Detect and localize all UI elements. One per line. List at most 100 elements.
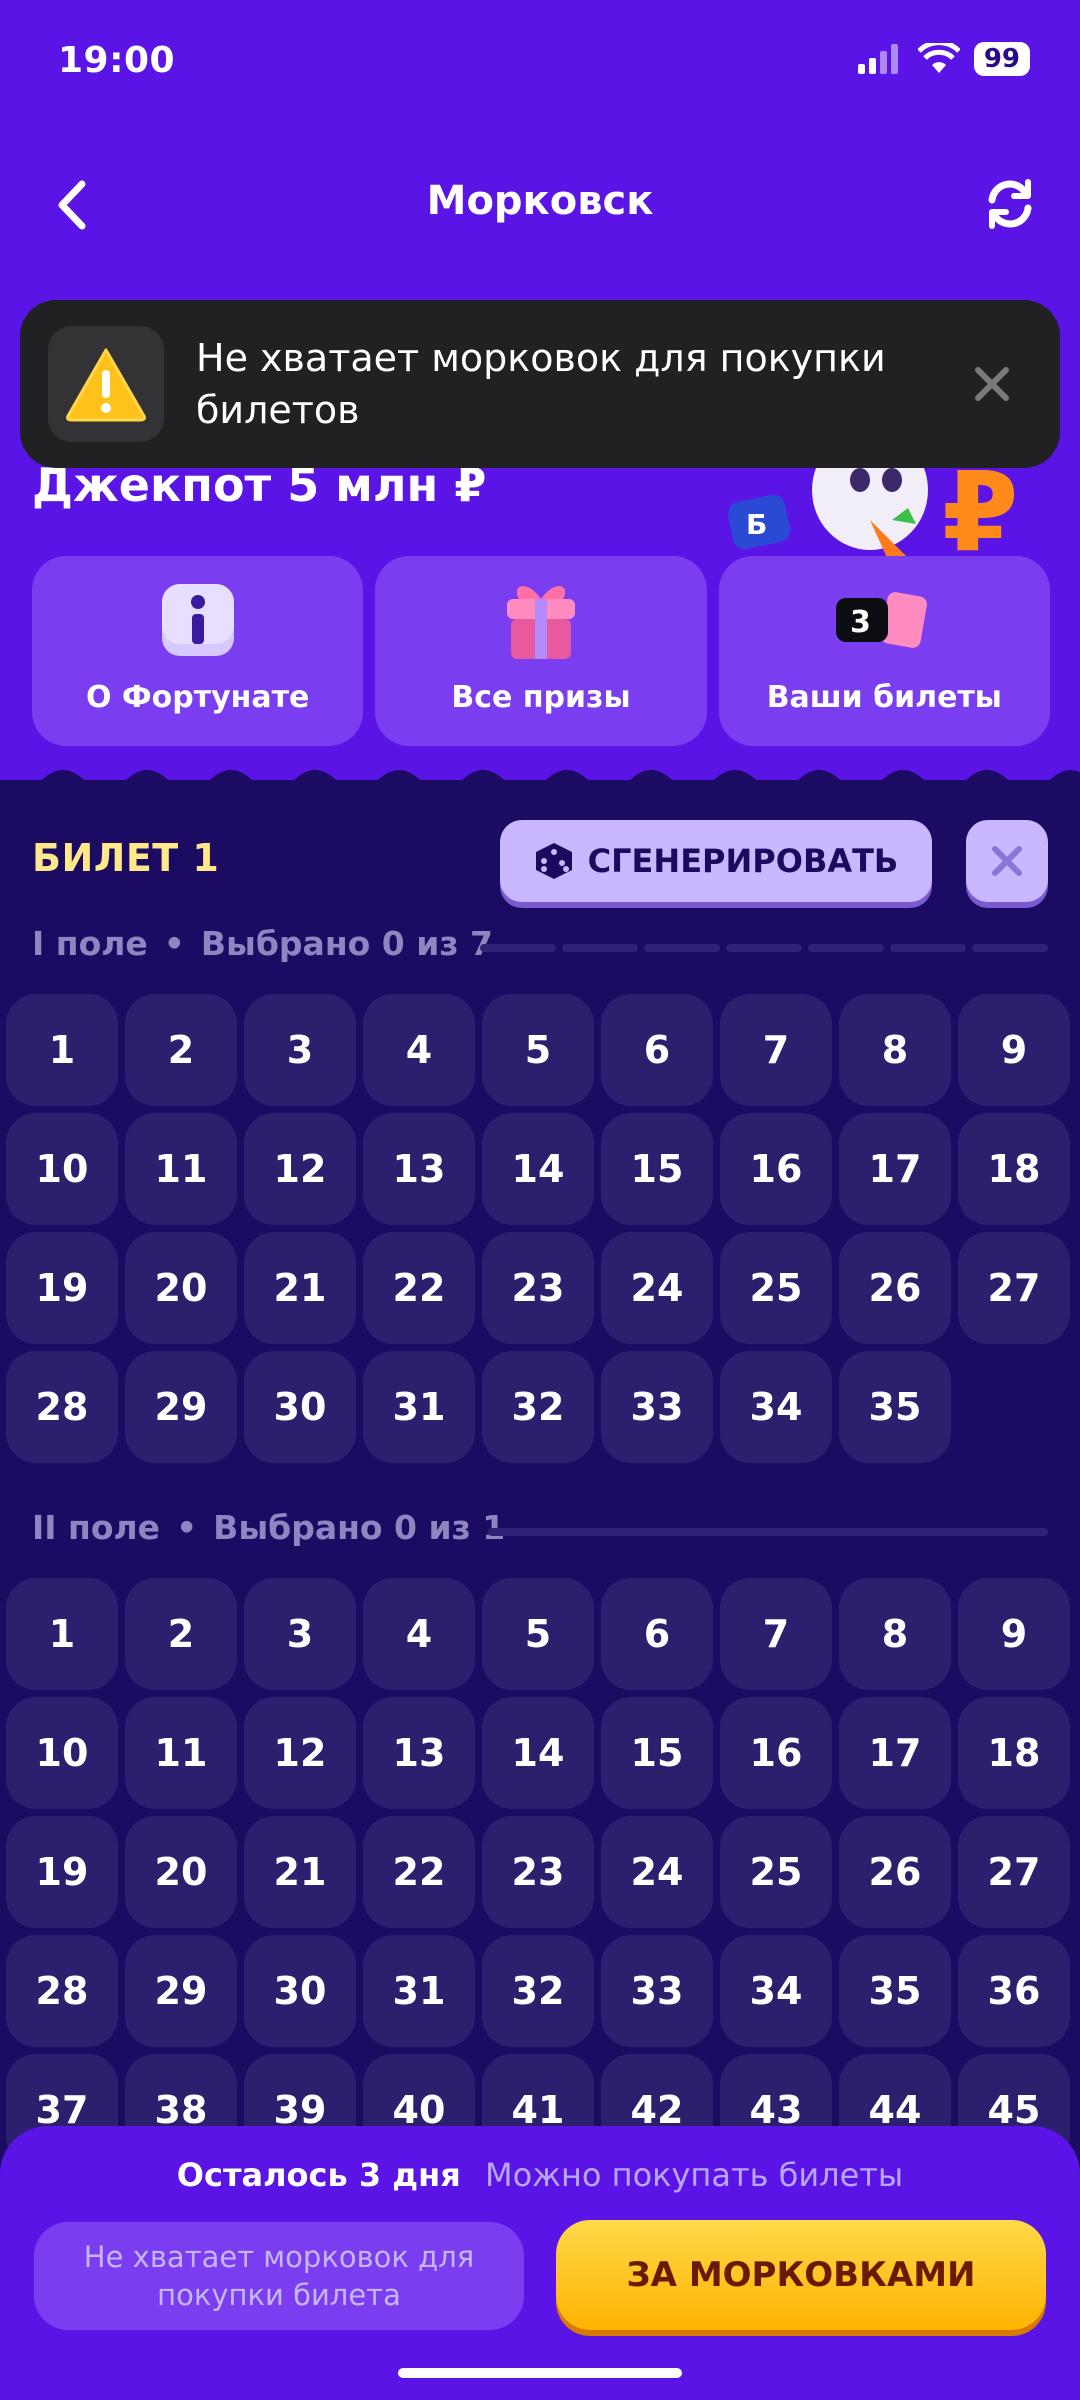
number-cell[interactable]: 17 [839,1113,951,1225]
close-icon[interactable] [966,358,1018,410]
number-cell[interactable]: 16 [720,1697,832,1809]
number-cell[interactable]: 22 [363,1816,475,1928]
field2-progress [488,1528,1048,1536]
number-cell[interactable]: 7 [720,1578,832,1690]
field1-grid: 1 2 3 4 5 6 7 8 9 10 11 12 13 14 15 16 17 18 19 20 21 22 23 24 2… [6,994,1076,1463]
number-cell[interactable]: 17 [839,1697,951,1809]
number-cell[interactable]: 14 [482,1113,594,1225]
number-cell[interactable]: 20 [125,1816,237,1928]
number-cell[interactable]: 28 [6,1935,118,2047]
number-cell[interactable]: 8 [839,1578,951,1690]
number-cell[interactable]: 6 [601,994,713,1106]
number-cell[interactable]: 6 [601,1578,713,1690]
number-cell[interactable]: 35 [839,1351,951,1463]
number-cell[interactable]: 19 [6,1232,118,1344]
number-cell[interactable]: 3 [244,1578,356,1690]
number-cell[interactable]: 34 [720,1351,832,1463]
number-cell[interactable]: 25 [720,1816,832,1928]
number-cell[interactable]: 26 [839,1816,951,1928]
number-cell[interactable]: 9 [958,994,1070,1106]
number-cell[interactable]: 25 [720,1232,832,1344]
field2-grid: 1 2 3 4 5 6 7 8 9 10 11 12 13 14 15 16 17 18 19 20 21 22 23 24 2… [6,1578,1076,2166]
number-cell[interactable]: 2 [125,1578,237,1690]
number-cell[interactable]: 18 [958,1113,1070,1225]
number-cell[interactable]: 32 [482,1351,594,1463]
number-cell[interactable]: 5 [482,1578,594,1690]
number-cell[interactable]: 10 [6,1697,118,1809]
number-cell[interactable]: 21 [244,1816,356,1928]
number-cell[interactable]: 12 [244,1113,356,1225]
card-tickets[interactable]: 3 Ваши билеты [718,556,1050,746]
number-cell[interactable]: 1 [6,1578,118,1690]
remove-ticket-button[interactable] [966,820,1048,902]
toast-message: Не хватает морковок для покупки билетов [196,336,886,432]
field1-progress [480,944,1048,952]
dice-icon [535,843,572,879]
number-cell[interactable]: 27 [958,1816,1070,1928]
number-cell[interactable]: 27 [958,1232,1070,1344]
number-cell[interactable]: 23 [482,1232,594,1344]
number-cell[interactable]: 8 [839,994,951,1106]
ticket-title: БИЛЕТ 1 [32,836,220,880]
signal-icon [857,44,898,74]
number-cell[interactable]: 23 [482,1816,594,1928]
get-carrots-button[interactable]: ЗА МОРКОВКАМИ [556,2220,1046,2330]
status-icons: 99 [857,42,1030,76]
number-cell[interactable]: 9 [958,1578,1070,1690]
number-cell[interactable]: 19 [6,1816,118,1928]
number-cell[interactable]: 16 [720,1113,832,1225]
number-cell[interactable]: 5 [482,994,594,1106]
number-cell[interactable]: 10 [6,1113,118,1225]
number-cell[interactable]: 20 [125,1232,237,1344]
purchase-status: Можно покупать билеты [484,2156,904,2194]
number-cell[interactable]: 33 [601,1351,713,1463]
number-cell[interactable]: 24 [601,1816,713,1928]
number-cell[interactable]: 12 [244,1697,356,1809]
number-cell[interactable]: 29 [125,1935,237,2047]
refresh-button[interactable] [982,176,1038,232]
number-cell[interactable]: 26 [839,1232,951,1344]
number-cell[interactable]: 3 [244,994,356,1106]
number-cell[interactable]: 18 [958,1697,1070,1809]
number-cell[interactable]: 30 [244,1351,356,1463]
number-cell[interactable]: 33 [601,1935,713,2047]
number-cell[interactable]: 13 [363,1697,475,1809]
number-cell[interactable]: 24 [601,1232,713,1344]
number-cell[interactable]: 29 [125,1351,237,1463]
number-cell[interactable]: 1 [6,994,118,1106]
separator-dot: • [176,1508,198,1547]
field1-label: I поле • Выбрано 0 из 7 [32,924,493,963]
number-cell[interactable]: 4 [363,994,475,1106]
number-cell[interactable]: 2 [125,994,237,1106]
wifi-icon [917,43,960,73]
number-cell[interactable]: 34 [720,1935,832,2047]
battery-icon: 99 [973,42,1030,76]
card-prizes[interactable]: Все призы [375,556,707,746]
number-cell[interactable]: 14 [482,1697,594,1809]
number-cell[interactable]: 35 [839,1935,951,2047]
number-cell[interactable]: 31 [363,1935,475,2047]
number-cell[interactable]: 7 [720,994,832,1106]
number-cell[interactable]: 4 [363,1578,475,1690]
number-cell[interactable]: 21 [244,1232,356,1344]
tickets-icon: 3 [834,580,934,660]
status-time: 19:00 [58,40,176,81]
field2-label: II поле • Выбрано 0 из 1 [32,1508,505,1547]
number-cell[interactable]: 13 [363,1113,475,1225]
number-cell[interactable]: 31 [363,1351,475,1463]
number-cell[interactable]: 22 [363,1232,475,1344]
number-cell[interactable]: 30 [244,1935,356,2047]
number-cell[interactable]: 28 [6,1351,118,1463]
number-cell[interactable]: 15 [601,1697,713,1809]
number-cell[interactable]: 36 [958,1935,1070,2047]
generate-button[interactable]: СГЕНЕРИРОВАТЬ [500,820,932,902]
tickets-badge: 3 [850,605,871,640]
number-cell[interactable]: 32 [482,1935,594,2047]
number-cell[interactable]: 15 [601,1113,713,1225]
field1-selected: Выбрано 0 из 7 [200,924,493,963]
number-cell[interactable]: 11 [125,1697,237,1809]
disabled-buy-button: Не хватает морковок для покупки билета [34,2222,524,2330]
bottom-sheet: Осталось 3 дня Можно покупать билеты Не … [0,2126,1080,2400]
card-about[interactable]: О Фортунате [32,556,364,746]
number-cell[interactable]: 11 [125,1113,237,1225]
